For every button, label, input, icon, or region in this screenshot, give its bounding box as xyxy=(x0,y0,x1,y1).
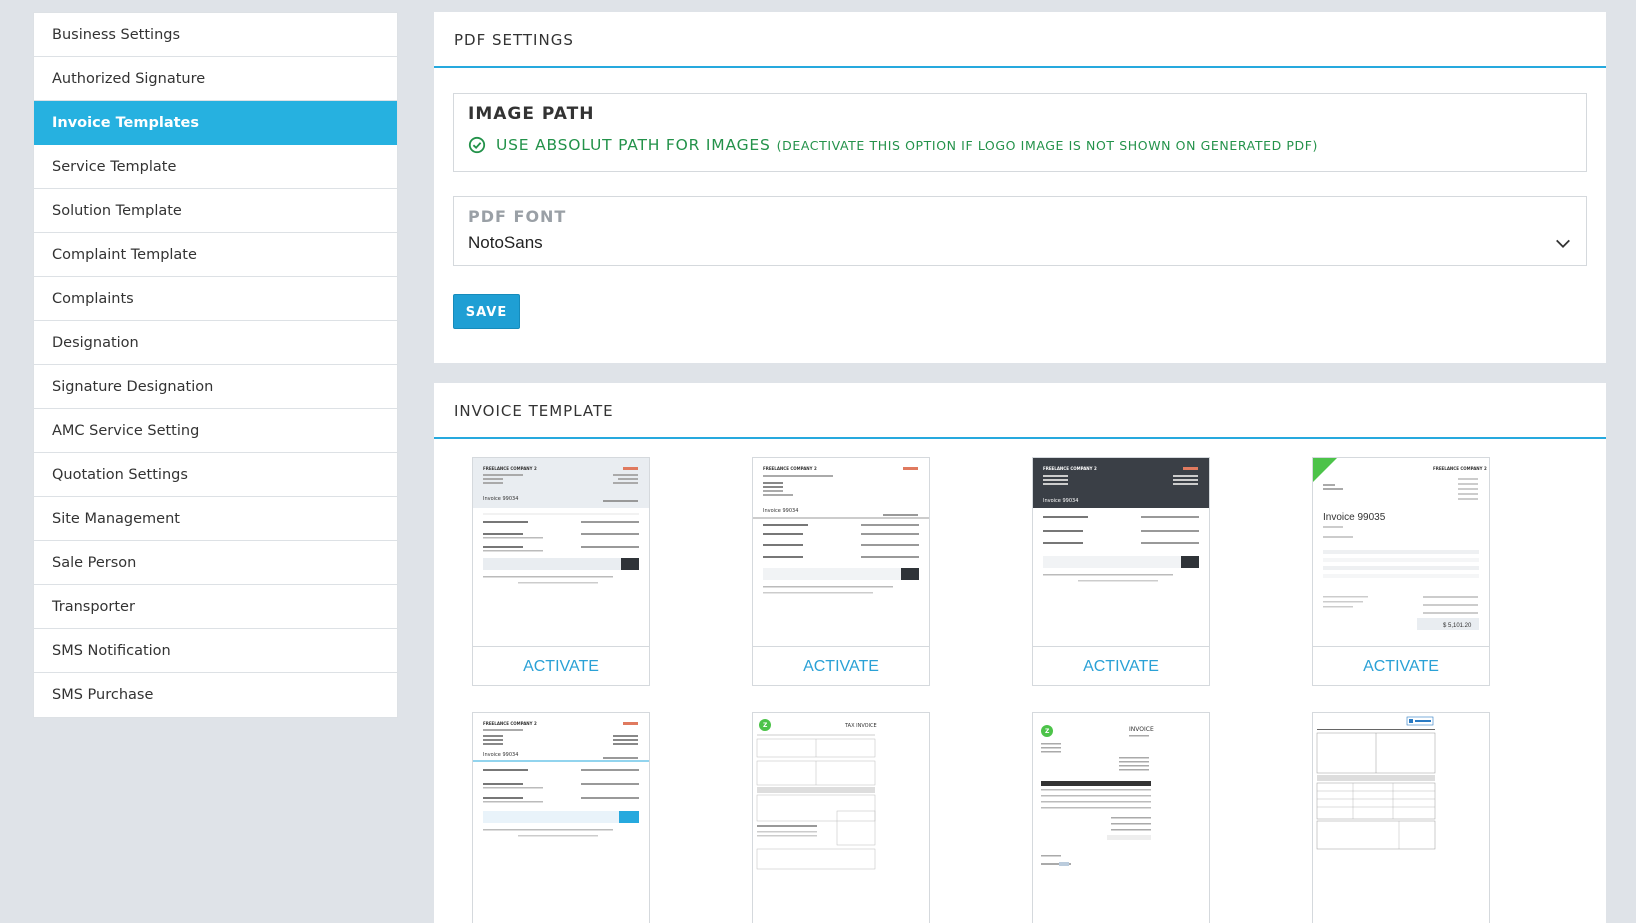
save-button[interactable]: SAVE xyxy=(453,294,520,329)
pdf-settings-panel: PDF SETTINGS IMAGE PATH USE ABSOLUT PATH… xyxy=(434,12,1606,363)
activate-button[interactable]: ACTIVATE xyxy=(753,646,929,686)
sidebar-item-sms-purchase[interactable]: SMS Purchase xyxy=(34,673,397,717)
template-card-2: FREELANCE COMPANY 2 Invoice 99034 ACTIVA… xyxy=(752,457,930,686)
pdf-font-value: NotoSans xyxy=(468,233,543,252)
absolute-path-toggle[interactable]: USE ABSOLUT PATH FOR IMAGES (DEACTIVATE … xyxy=(468,136,1318,154)
thumb-invoice-alt: Invoice 99035 xyxy=(1323,512,1386,523)
template-thumbnail[interactable] xyxy=(1313,713,1489,900)
activate-button[interactable]: ACTIVATE xyxy=(473,646,649,686)
template-card-6: Z TAX INVOICE xyxy=(752,712,930,923)
template-card-8 xyxy=(1312,712,1490,923)
activate-button[interactable]: ACTIVATE xyxy=(1033,646,1209,686)
pdf-font-select[interactable]: PDF FONT NotoSans xyxy=(453,196,1587,266)
sidebar-item-transporter[interactable]: Transporter xyxy=(34,585,397,629)
template-card-3: FREELANCE COMPANY 2 Invoice 99034 ACTIVA… xyxy=(1032,457,1210,686)
sidebar-item-business-settings[interactable]: Business Settings xyxy=(34,13,397,57)
sidebar-item-amc-service-setting[interactable]: AMC Service Setting xyxy=(34,409,397,453)
thumb-total: $ 5,101.20 xyxy=(1443,623,1472,629)
sidebar-item-sale-person[interactable]: Sale Person xyxy=(34,541,397,585)
thumb-invoice-caps: INVOICE xyxy=(1129,726,1154,733)
template-thumbnail[interactable]: FREELANCE COMPANY 2 Invoice 99034 xyxy=(473,713,649,900)
thumb-invoice-no: Invoice 99034 xyxy=(763,508,798,514)
thumb-invoice-no: Invoice 99034 xyxy=(483,496,518,502)
template-thumbnail[interactable]: FREELANCE COMPANY 2 Invoice 99034 xyxy=(1033,458,1209,645)
invoice-template-panel: INVOICE TEMPLATE FREELANCE COMPANY 2 Inv… xyxy=(434,383,1606,923)
thumb-invoice-no: Invoice 99034 xyxy=(483,752,518,758)
pdf-settings-title: PDF SETTINGS xyxy=(434,12,1606,68)
sidebar-item-complaints[interactable]: Complaints xyxy=(34,277,397,321)
template-thumbnail[interactable]: FREELANCE COMPANY 2 Invoice 99034 xyxy=(753,458,929,645)
absolute-path-note: (DEACTIVATE THIS OPTION IF LOGO IMAGE IS… xyxy=(776,137,1318,153)
image-path-box: IMAGE PATH USE ABSOLUT PATH FOR IMAGES (… xyxy=(453,93,1587,172)
pdf-font-label: PDF FONT xyxy=(468,207,567,226)
thumb-company: FREELANCE COMPANY 2 xyxy=(1043,466,1097,471)
template-thumbnail[interactable]: Z INVOICE xyxy=(1033,713,1209,900)
activate-button[interactable]: ACTIVATE xyxy=(1313,646,1489,686)
template-card-5: FREELANCE COMPANY 2 Invoice 99034 xyxy=(472,712,650,923)
svg-text:Z: Z xyxy=(763,722,768,729)
sidebar-item-site-management[interactable]: Site Management xyxy=(34,497,397,541)
thumb-company: FREELANCE COMPANY 2 xyxy=(483,466,537,471)
svg-text:Z: Z xyxy=(1045,728,1050,735)
sidebar-item-authorized-signature[interactable]: Authorized Signature xyxy=(34,57,397,101)
absolute-path-label: USE ABSOLUT PATH FOR IMAGES xyxy=(496,136,771,154)
sidebar-item-sms-notification[interactable]: SMS Notification xyxy=(34,629,397,673)
sidebar-item-complaint-template[interactable]: Complaint Template xyxy=(34,233,397,277)
thumb-company: FREELANCE COMPANY 2 xyxy=(483,721,537,726)
template-thumbnail[interactable]: FREELANCE COMPANY 2 Invoice 99035 $ 5,10… xyxy=(1313,458,1489,645)
invoice-template-title: INVOICE TEMPLATE xyxy=(434,383,1606,439)
thumb-company: FREELANCE COMPANY 2 xyxy=(1433,466,1487,471)
template-card-4: FREELANCE COMPANY 2 Invoice 99035 $ 5,10… xyxy=(1312,457,1490,686)
chevron-down-icon xyxy=(1556,239,1570,248)
sidebar-item-service-template[interactable]: Service Template xyxy=(34,145,397,189)
settings-sidebar: Business Settings Authorized Signature I… xyxy=(33,12,398,718)
sidebar-item-invoice-templates[interactable]: Invoice Templates xyxy=(34,101,397,145)
thumb-invoice-no: Invoice 99034 xyxy=(1043,498,1078,504)
sidebar-item-designation[interactable]: Designation xyxy=(34,321,397,365)
template-thumbnail[interactable]: Z TAX INVOICE xyxy=(753,713,929,900)
thumb-tax-invoice: TAX INVOICE xyxy=(844,723,877,729)
template-thumbnail[interactable]: FREELANCE COMPANY 2 Invoice 99034 xyxy=(473,458,649,645)
sidebar-item-quotation-settings[interactable]: Quotation Settings xyxy=(34,453,397,497)
image-path-title: IMAGE PATH xyxy=(468,104,595,124)
template-card-1: FREELANCE COMPANY 2 Invoice 99034 ACTIVA… xyxy=(472,457,650,686)
sidebar-item-solution-template[interactable]: Solution Template xyxy=(34,189,397,233)
template-card-7: Z INVOICE xyxy=(1032,712,1210,923)
thumb-company: FREELANCE COMPANY 2 xyxy=(763,466,817,471)
check-circle-icon xyxy=(468,136,486,154)
sidebar-item-signature-designation[interactable]: Signature Designation xyxy=(34,365,397,409)
